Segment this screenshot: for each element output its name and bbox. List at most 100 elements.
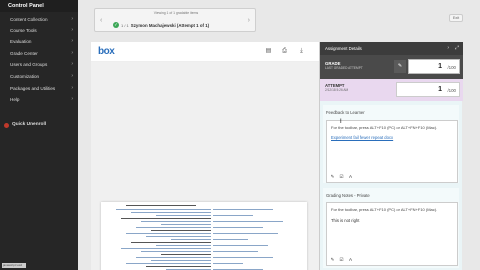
attempt-banner: Viewing 1 of 1 gradable items ‹ ✓ 1 / 1 … [94,8,256,32]
sidebar-item-label: Course Tools [10,28,37,33]
sidebar-item-evaluation[interactable]: Evaluation › [0,36,78,47]
doc-text-line [146,266,211,267]
grade-sublabel: LAST GRADED ATTEMPT [325,66,363,70]
previous-attempt-arrow-icon[interactable]: ‹ [100,17,102,24]
feedback-attachment-link[interactable]: Experiment fail fewer repeat docx [331,135,393,140]
panel-title: Assignment Details [325,46,362,51]
doc-text-line [213,233,278,234]
doc-text-line [213,257,273,258]
unenroll-icon [4,122,9,128]
next-attempt-arrow-icon[interactable]: › [248,17,250,24]
chevron-right-icon: › [71,85,73,91]
doc-text-line [161,224,211,225]
doc-text-line [213,221,283,222]
sidebar-item-label: Content Collection [10,17,48,22]
doc-text-line [213,263,243,264]
check-icon: ✓ [113,22,119,28]
document-page-thumbnail [101,202,307,270]
grading-notes-editor[interactable]: For the toolbar, press ALT+F10 (PC) or A… [326,202,458,266]
document-canvas[interactable] [91,62,319,270]
sidebar-item-packages-utilities[interactable]: Packages and Utilities › [0,83,78,94]
grade-out-of: /100 [447,65,456,70]
doc-text-line [213,245,268,246]
doc-text-line [126,263,211,264]
pencil-icon[interactable]: ✎ [329,174,336,180]
quick-unenroll-button[interactable]: Quick Unenroll [0,120,78,130]
quick-unenroll-label: Quick Unenroll [12,122,47,127]
status-bar-url: javascript:void [2,263,26,268]
doc-text-line [141,221,211,222]
viewing-count-text: Viewing 1 of 1 gradable items [153,11,199,15]
chevron-right-icon: › [71,38,73,44]
edit-grade-pencil-icon[interactable]: ✎ [394,60,406,73]
viewer-toolbar: box ▤ ⎙ ⤓ [91,42,319,62]
chevron-right-icon: › [71,50,73,56]
sidebar-item-users-groups[interactable]: Users and Groups › [0,59,78,70]
format-icon[interactable]: A [347,174,354,180]
chevron-right-icon: › [71,16,73,22]
doc-text-line [151,230,211,231]
assignment-details-panel: Assignment Details › ⤢ GRADE LAST GRADED… [319,42,463,270]
format-icon[interactable]: A [347,257,354,263]
sidebar-item-grade-center[interactable]: Grade Center › [0,48,78,59]
sidebar-item-label: Evaluation [10,39,32,44]
print-icon[interactable]: ⎙ [281,48,288,55]
sidebar-item-content-collection[interactable]: Content Collection › [0,14,78,25]
attempt-count: 1 / 1 [121,22,129,28]
editor-tools: ✎ ☑ A [329,257,354,263]
control-panel-title[interactable]: Control Panel [0,0,78,12]
sidebar-item-label: Users and Groups [10,62,48,67]
expand-panel-icon[interactable]: ⤢ [455,42,459,55]
doc-text-line [136,227,211,228]
chevron-right-icon: › [71,27,73,33]
doc-text-line [116,209,211,210]
doc-text-line [161,254,211,255]
doc-text-line [131,212,211,213]
sidebar-item-label: Packages and Utilities [10,86,56,91]
doc-text-line [141,251,211,252]
chevron-right-icon: › [71,96,73,102]
attempt-out-of: /100 [447,88,456,93]
grade-row: GRADE LAST GRADED ATTEMPT ✎ 1 /100 [320,55,463,79]
toolbar-hint: For the toolbar, press ALT+F10 (PC) or A… [331,207,438,212]
collapse-panel-icon[interactable]: › [447,42,449,55]
student-name[interactable]: Szymon Machajewski (Attempt 1 of 1) [131,23,209,28]
doc-text-line [213,209,273,210]
attempt-date: 2/12/18 5:26 AM [325,88,349,92]
pencil-icon[interactable]: ✎ [329,257,336,263]
grade-value-box[interactable]: 1 /100 [408,59,460,74]
editor-tools: ✎ ☑ A [329,174,354,180]
exit-button[interactable]: Exit [449,14,463,22]
doc-text-line [213,215,253,216]
chevron-right-icon: › [71,61,73,67]
doc-text-line [146,236,211,237]
sidebar-item-help[interactable]: Help › [0,94,78,105]
chevron-right-icon: › [71,73,73,79]
feedback-section: Feedback to Learner For the toolbar, pre… [323,105,459,183]
student-attempt-row: ✓ 1 / 1 Szymon Machajewski (Attempt 1 of… [113,22,209,28]
spellcheck-icon[interactable]: ☑ [338,174,345,180]
comment-icon[interactable]: ▤ [265,48,272,55]
doc-text-line [136,257,211,258]
doc-text-line [131,242,211,243]
feedback-editor[interactable]: For the toolbar, press ALT+F10 (PC) or A… [326,120,458,183]
doc-text-line [156,245,211,246]
assignment-details-header[interactable]: Assignment Details › ⤢ [320,42,463,55]
attempt-grade-input[interactable]: 1 /100 [396,82,460,97]
doc-text-line [213,251,258,252]
doc-text-line [121,218,211,219]
box-logo: box [98,46,115,57]
doc-text-line [213,239,248,240]
sidebar-item-customization[interactable]: Customization › [0,71,78,82]
download-icon[interactable]: ⤓ [298,48,305,55]
spellcheck-icon[interactable]: ☑ [338,257,345,263]
toolbar-hint: For the toolbar, press ALT+F10 (PC) or A… [331,125,438,130]
sidebar-item-label: Help [10,97,20,102]
doc-text-line [213,227,263,228]
text-cursor-icon: I [340,119,342,125]
grading-notes-label: Grading Notes - Private [326,193,370,198]
grading-notes-section: Grading Notes - Private For the toolbar,… [323,188,459,268]
document-viewer: box ▤ ⎙ ⤓ [91,42,319,270]
sidebar-item-course-tools[interactable]: Course Tools › [0,25,78,36]
attempt-row: ATTEMPT 2/12/18 5:26 AM 1 /100 [320,79,463,101]
